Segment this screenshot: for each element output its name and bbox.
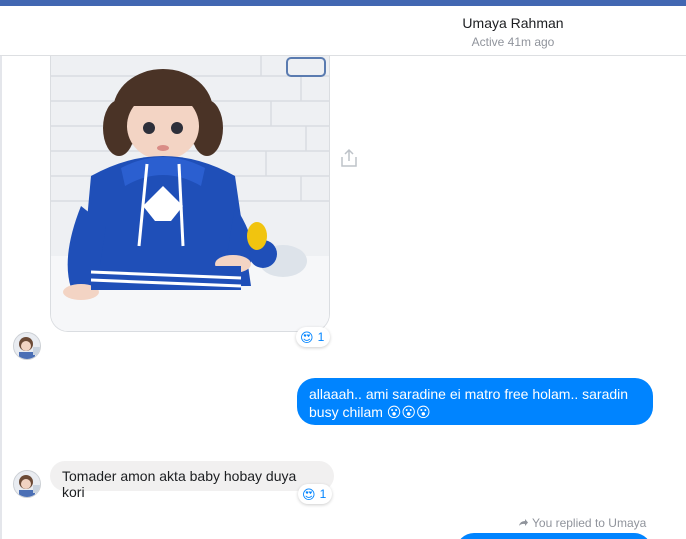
reaction-count: 1 [317,330,325,344]
message-reaction[interactable]: 😍 1 [296,327,331,347]
avatar-image [14,471,40,497]
reply-arrow-icon [519,519,528,526]
outgoing-message-bubble[interactable]: allaaah.. ami saradine ei matro free hol… [297,378,653,425]
photo-attachment[interactable] [50,56,330,332]
reply-note: You replied to Umaya [532,516,647,530]
active-status: Active 41m ago [471,35,555,49]
incoming-message-bubble[interactable]: Tomader amon akta baby hobay duya kori [50,461,334,500]
avatar[interactable] [13,332,41,360]
outgoing-message-bubble-partial[interactable] [456,533,652,539]
reaction-count: 1 [319,487,327,501]
panel-divider [0,6,2,539]
reply-indicator: You replied to Umaya [518,516,646,530]
message-reaction[interactable]: 😍 1 [298,484,333,504]
avatar-image [14,333,40,359]
baby-photo [51,56,329,331]
conversation-header: Umaya Rahman Active 41m ago [0,6,686,56]
heart-eyes-icon: 😍 [302,486,316,502]
heart-eyes-icon: 😍 [300,329,314,345]
avatar[interactable] [13,470,41,498]
contact-name[interactable]: Umaya Rahman [0,15,686,31]
share-icon[interactable] [338,147,360,169]
